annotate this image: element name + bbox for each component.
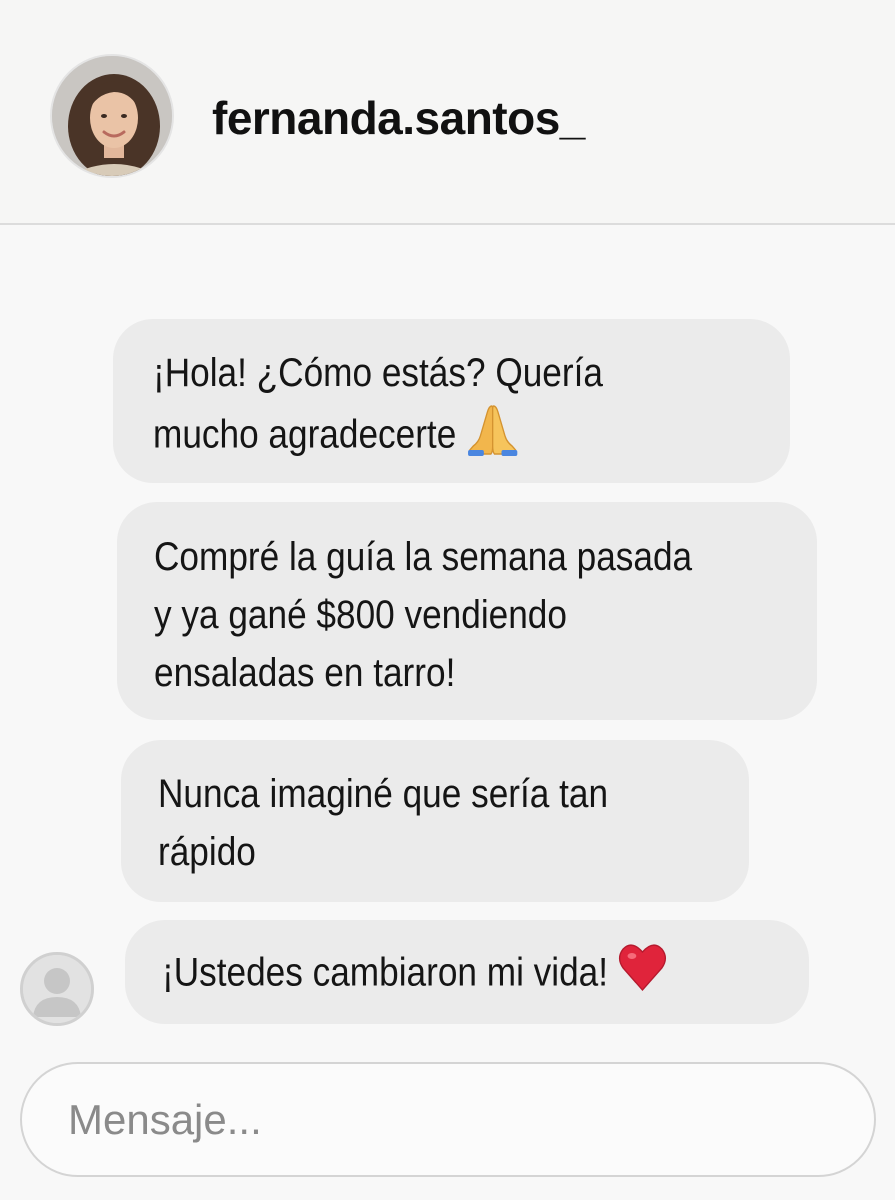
user-silhouette-icon [23,955,91,1023]
chat-header: fernanda.santos_ [0,0,895,225]
message-input[interactable] [68,1084,828,1156]
message-bubble[interactable]: Nunca imaginé que sería tan rápido [121,740,749,902]
message-text: ¡Ustedes cambiaron mi vida! [162,942,667,1008]
message-thread: ¡Hola! ¿Cómo estás? Quería mucho agradec… [0,227,895,1200]
red-heart-icon [618,942,667,1008]
profile-photo-icon [52,56,172,176]
message-text: Nunca imaginé que sería tan rápido [158,772,609,874]
message-bubble[interactable]: Compré la guía la semana pasada y ya gan… [117,502,817,720]
folded-hands-icon [466,402,519,472]
dm-screen: fernanda.santos_ ¡Hola! ¿Cómo estás? Que… [0,0,895,1200]
message-text: ¡Hola! ¿Cómo estás? Quería mucho agradec… [153,344,603,472]
message-composer[interactable] [20,1062,876,1177]
message-bubble[interactable]: ¡Hola! ¿Cómo estás? Quería mucho agradec… [113,319,790,483]
message-text: Compré la guía la semana pasada y ya gan… [154,535,693,695]
sender-avatar-placeholder[interactable] [20,952,94,1026]
profile-avatar[interactable] [50,54,174,178]
username[interactable]: fernanda.santos_ [212,88,585,148]
message-bubble[interactable]: ¡Ustedes cambiaron mi vida! [125,920,809,1024]
